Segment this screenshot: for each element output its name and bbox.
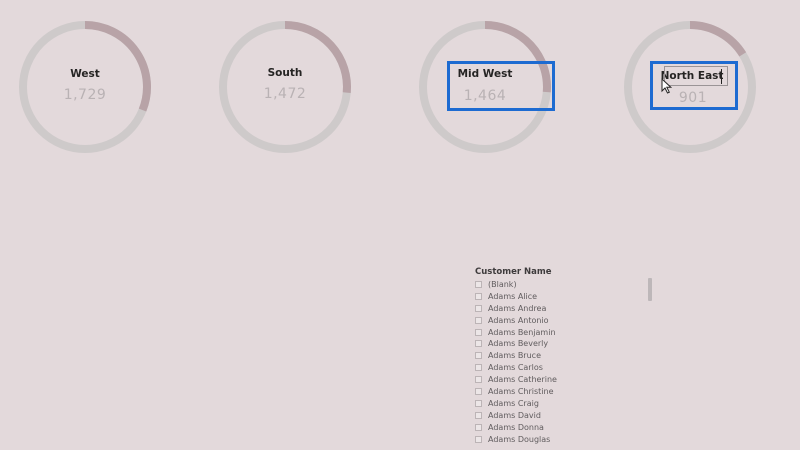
slicer-item-label: (Blank) <box>488 280 517 289</box>
donut-south-label: South <box>267 67 303 79</box>
checkbox-icon[interactable] <box>475 340 482 348</box>
donut-west-value: 1,729 <box>63 87 107 103</box>
slicer-item-list: (Blank) Adams Alice Adams Andrea Adams Anto… <box>475 279 655 445</box>
slicer-item[interactable]: Adams Douglas <box>475 434 655 446</box>
slicer-item[interactable]: Adams Craig <box>475 398 655 410</box>
donut-south[interactable]: South 1,472 <box>215 17 355 157</box>
slicer-item-label: Adams Bruce <box>488 351 541 361</box>
donut-south-value: 1,472 <box>263 86 307 102</box>
slicer-title: Customer Name <box>475 267 552 277</box>
slicer-item[interactable]: Adams Donna <box>475 422 655 434</box>
slicer-item-label: Adams Andrea <box>488 303 547 313</box>
slicer-scrollbar[interactable] <box>648 278 652 301</box>
slicer-item[interactable]: Adams Christine <box>475 386 655 398</box>
customer-name-slicer[interactable]: Customer Name (Blank) Adams Alice Adams An… <box>475 265 655 445</box>
slicer-item[interactable]: Adams Bruce <box>475 350 655 362</box>
checkbox-icon[interactable] <box>475 388 482 396</box>
slicer-item-label: Adams Douglas <box>488 434 551 444</box>
checkbox-icon[interactable] <box>475 423 482 431</box>
slicer-item[interactable]: Adams Andrea <box>475 303 655 315</box>
donut-north-east-highlight <box>689 21 747 57</box>
slicer-item[interactable]: Adams Catherine <box>475 374 655 386</box>
slicer-item-label: Adams Antonio <box>488 315 549 325</box>
checkbox-icon[interactable] <box>475 435 482 443</box>
slicer-item-label: Adams Catherine <box>488 375 557 385</box>
slicer-item[interactable]: (Blank) <box>475 279 655 291</box>
checkbox-icon[interactable] <box>475 411 482 419</box>
slicer-item-label: Adams Donna <box>488 422 544 432</box>
slicer-item[interactable]: Adams Carlos <box>475 362 655 374</box>
checkbox-icon[interactable] <box>475 304 482 312</box>
slicer-item-label: Adams Craig <box>488 398 539 408</box>
mid-west-selection-box <box>447 61 555 111</box>
donut-south-highlight <box>284 21 351 93</box>
checkbox-icon[interactable] <box>475 364 482 372</box>
mouse-pointer-icon <box>661 78 672 94</box>
slicer-item-label: Adams Christine <box>488 387 554 397</box>
slicer-item-label: Adams Benjamin <box>488 327 556 337</box>
slicer-item-label: Adams David <box>488 410 541 420</box>
slicer-item-label: Adams Carlos <box>488 363 543 373</box>
slicer-item[interactable]: Adams Benjamin <box>475 327 655 339</box>
slicer-item[interactable]: Adams Antonio <box>475 315 655 327</box>
slicer-item-label: Adams Beverly <box>488 339 549 349</box>
checkbox-icon[interactable] <box>475 316 482 324</box>
slicer-item[interactable]: Adams David <box>475 410 655 422</box>
checkbox-icon[interactable] <box>475 376 482 384</box>
checkbox-icon[interactable] <box>475 352 482 360</box>
checkbox-icon[interactable] <box>475 292 482 300</box>
slicer-item[interactable]: Adams Alice <box>475 291 655 303</box>
checkbox-icon[interactable] <box>475 328 482 336</box>
checkbox-icon[interactable] <box>475 399 482 407</box>
donut-west[interactable]: West 1,729 <box>15 17 155 157</box>
slicer-item-label: Adams Alice <box>488 291 538 301</box>
checkbox-icon[interactable] <box>475 281 482 288</box>
text-caret <box>721 69 722 84</box>
north-east-label-textbox[interactable] <box>664 66 728 86</box>
slicer-item[interactable]: Adams Beverly <box>475 338 655 350</box>
donut-west-label: West <box>70 68 100 80</box>
